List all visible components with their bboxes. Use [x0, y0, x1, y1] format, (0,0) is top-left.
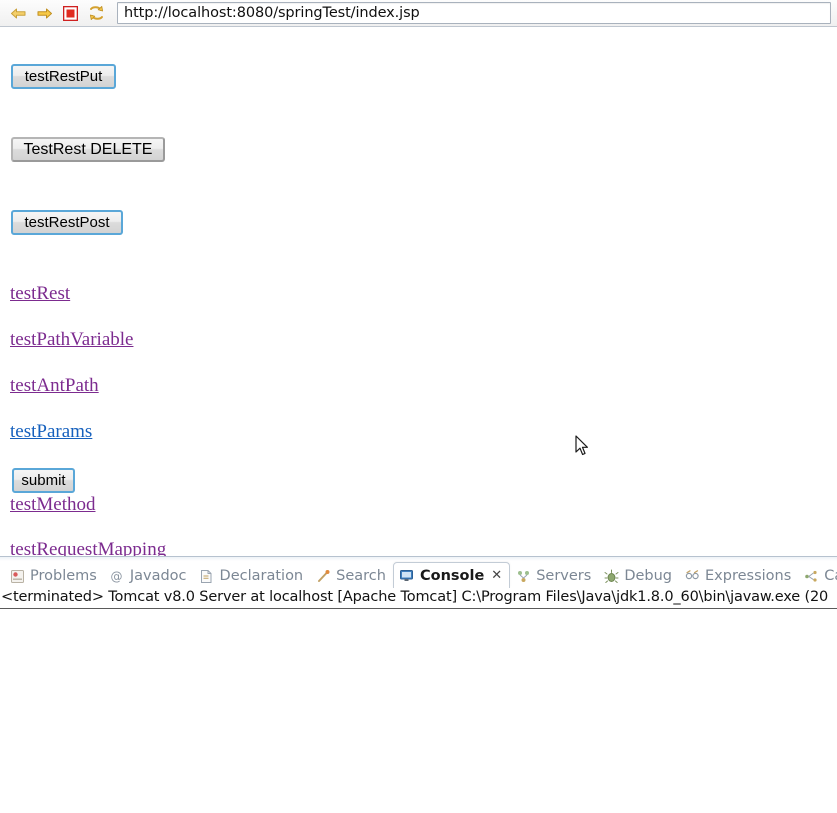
- submit-button[interactable]: submit: [12, 468, 75, 493]
- tab-servers-label: Servers: [536, 568, 592, 584]
- browser-toolbar: http://localhost:8080/springTest/index.j…: [0, 0, 837, 27]
- problems-icon: [9, 568, 25, 584]
- tab-debug-label: Debug: [624, 568, 672, 584]
- console-empty-output[interactable]: [0, 609, 837, 805]
- declaration-icon: [199, 568, 215, 584]
- close-icon[interactable]: ✕: [491, 568, 502, 583]
- tab-call-hierarchy-label: Call Hie: [824, 568, 837, 584]
- servers-icon: [515, 568, 531, 584]
- tab-debug[interactable]: Debug: [598, 564, 679, 588]
- stop-icon[interactable]: [62, 5, 79, 22]
- tab-problems-label: Problems: [30, 568, 97, 584]
- test-rest-post-button[interactable]: testRestPost: [11, 210, 123, 235]
- tab-console-label: Console: [419, 567, 485, 584]
- link-test-rest[interactable]: testRest: [10, 284, 70, 303]
- page-content-area: testRestPut TestRest DELETE testRestPost…: [0, 27, 837, 556]
- browser-nav-icons: [4, 5, 115, 22]
- link-test-method[interactable]: testMethod: [10, 495, 96, 514]
- test-rest-put-button[interactable]: testRestPut: [11, 64, 116, 89]
- link-test-params[interactable]: testParams: [10, 422, 92, 441]
- console-icon: [399, 568, 415, 584]
- tab-javadoc[interactable]: @ Javadoc: [104, 564, 194, 588]
- tab-search[interactable]: Search: [310, 564, 393, 588]
- url-bar[interactable]: http://localhost:8080/springTest/index.j…: [117, 2, 831, 24]
- tab-declaration[interactable]: Declaration: [194, 564, 311, 588]
- url-text[interactable]: http://localhost:8080/springTest/index.j…: [124, 5, 420, 21]
- link-test-ant-path[interactable]: testAntPath: [10, 376, 99, 395]
- forward-icon[interactable]: [36, 5, 53, 22]
- tab-expressions-label: Expressions: [705, 568, 792, 584]
- console-output-area[interactable]: <terminated> Tomcat v8.0 Server at local…: [0, 588, 837, 805]
- javadoc-icon: @: [109, 568, 125, 584]
- test-rest-delete-button[interactable]: TestRest DELETE: [11, 137, 165, 162]
- eclipse-bottom-panel: Problems @ Javadoc Declaration Search Co…: [0, 556, 837, 805]
- back-icon[interactable]: [10, 5, 27, 22]
- tab-declaration-label: Declaration: [219, 568, 304, 584]
- tab-search-label: Search: [336, 568, 386, 584]
- refresh-icon[interactable]: [88, 5, 105, 22]
- eclipse-view-tab-bar: Problems @ Javadoc Declaration Search Co…: [0, 561, 837, 588]
- debug-icon: [603, 568, 619, 584]
- tab-expressions[interactable]: Expressions: [679, 564, 798, 588]
- link-test-request-mapping[interactable]: testRequestMapping: [10, 540, 166, 556]
- search-icon: [315, 568, 331, 584]
- svg-text:@: @: [111, 569, 123, 583]
- tab-servers[interactable]: Servers: [510, 564, 598, 588]
- console-header-line: <terminated> Tomcat v8.0 Server at local…: [1, 589, 829, 605]
- tab-problems[interactable]: Problems: [4, 564, 104, 588]
- link-test-path-variable[interactable]: testPathVariable: [10, 330, 133, 349]
- tab-javadoc-label: Javadoc: [129, 568, 187, 584]
- tab-console[interactable]: Console ✕: [392, 562, 511, 588]
- expressions-icon: [684, 568, 700, 584]
- call-hierarchy-icon: [803, 568, 819, 584]
- tab-call-hierarchy[interactable]: Call Hie: [798, 564, 837, 588]
- mouse-cursor: [575, 435, 589, 457]
